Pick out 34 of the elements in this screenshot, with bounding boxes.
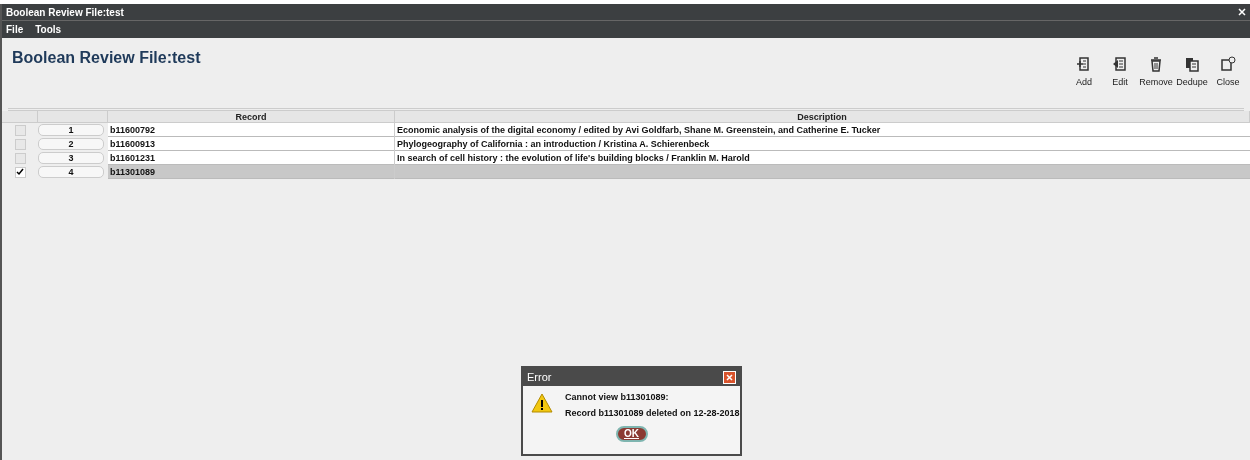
trash-icon bbox=[1148, 56, 1164, 72]
documents-icon bbox=[1184, 56, 1200, 72]
toolbar-button[interactable]: Add bbox=[1066, 56, 1102, 90]
table-cell-text: In search of cell history : the evolution of life's building blocks / Franklin M. Harold bbox=[396, 152, 751, 165]
window-title: Boolean Review File:test bbox=[6, 5, 124, 20]
table-cell-text: Phylogeography of California : an introduction / Kristina A. Schierenbeck bbox=[396, 138, 711, 151]
document-icon bbox=[1220, 56, 1236, 72]
menu-item[interactable]: Tools bbox=[35, 22, 62, 37]
toolbar-button[interactable]: Dedupe bbox=[1174, 56, 1210, 90]
page-heading: Boolean Review File:test bbox=[12, 48, 201, 68]
close-icon[interactable] bbox=[1238, 8, 1246, 16]
toolbar-button[interactable]: Remove bbox=[1138, 56, 1174, 90]
toolbar-button[interactable]: Close bbox=[1210, 56, 1246, 90]
close-icon bbox=[726, 373, 733, 381]
add-icon bbox=[1076, 56, 1092, 72]
row-number-button[interactable]: 3 bbox=[38, 152, 104, 164]
close-button[interactable] bbox=[723, 370, 736, 384]
error-message: Cannot view b11301089: bbox=[565, 391, 670, 404]
ok-button[interactable]: OK bbox=[615, 426, 648, 442]
checkbox[interactable] bbox=[14, 166, 26, 178]
row-number-button[interactable]: 1 bbox=[38, 124, 104, 136]
checkbox[interactable] bbox=[14, 124, 26, 136]
dialog-title: Error bbox=[527, 369, 552, 385]
checkbox[interactable] bbox=[14, 138, 26, 150]
checkbox[interactable] bbox=[14, 152, 26, 164]
toolbar-button[interactable]: Edit bbox=[1102, 56, 1138, 90]
table-cell: b11301089 bbox=[108, 165, 395, 179]
table-cell-text: Economic analysis of the digital economy / edited by Avi Goldfarb, Shane M. Greenstein, and Catherine E. Tucker bbox=[396, 124, 882, 137]
warning-icon bbox=[531, 393, 553, 413]
row-number-button[interactable]: 2 bbox=[38, 138, 104, 150]
row-number-button[interactable]: 4 bbox=[38, 166, 104, 178]
edit-icon bbox=[1112, 56, 1128, 72]
menu-item[interactable]: File bbox=[6, 22, 24, 37]
error-message: Record b11301089 deleted on 12-28-2018 bbox=[565, 406, 740, 420]
